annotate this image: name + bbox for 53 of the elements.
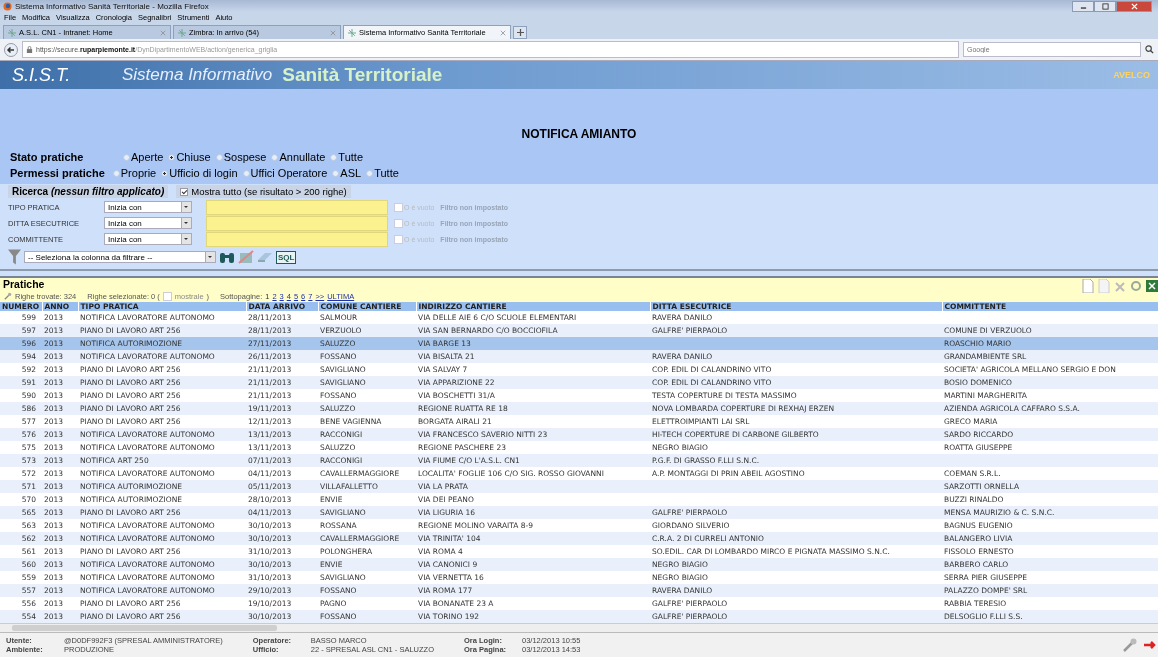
radio-option[interactable]: Annullate <box>271 151 326 163</box>
radio-option[interactable]: Sospese <box>215 151 267 163</box>
wrench-icon[interactable] <box>1122 637 1138 653</box>
funnel-icon[interactable] <box>8 249 21 265</box>
eraser-icon[interactable] <box>257 250 273 264</box>
app-title: Sistema Informativo <box>122 65 273 85</box>
radio-option[interactable]: ASL <box>332 167 362 179</box>
column-dropdown[interactable]: -- Seleziona la colonna da filtrare -- <box>24 251 216 263</box>
close-icon[interactable] <box>500 29 506 36</box>
delete-icon[interactable] <box>1114 279 1126 293</box>
app-subtitle: Sanità Territoriale <box>282 64 443 86</box>
radio-option[interactable]: Tutte <box>330 151 364 163</box>
filter-input[interactable] <box>206 199 388 215</box>
minimize-button[interactable] <box>1072 0 1094 12</box>
show-all-checkbox[interactable]: Mostra tutto (se risultato > 200 righe) <box>176 185 351 198</box>
search-icon[interactable] <box>1145 45 1154 54</box>
close-icon <box>1130 2 1138 10</box>
search-title: Ricerca (nessun filtro applicato) <box>8 185 169 198</box>
plus-icon <box>516 29 524 36</box>
new-tab-button[interactable] <box>513 26 527 39</box>
radio-option[interactable]: Aperte <box>123 151 164 163</box>
radio-option[interactable]: Tutte <box>366 167 399 179</box>
radio-option[interactable]: Proprie <box>112 167 157 179</box>
operator-dropdown[interactable]: Inizia con <box>104 201 192 213</box>
document-icon[interactable] <box>1098 279 1110 293</box>
group-label: Stato pratiche <box>10 151 85 163</box>
close-icon[interactable] <box>160 29 166 36</box>
close-button[interactable] <box>1116 0 1152 12</box>
brand-logo: AVELCO <box>1113 70 1150 80</box>
maximize-icon <box>1101 2 1109 10</box>
show-checkbox[interactable] <box>162 291 172 301</box>
document-icon[interactable] <box>1082 279 1094 293</box>
app-logo: S.I.S.T. <box>12 64 72 86</box>
wrench-icon <box>4 292 12 300</box>
close-icon[interactable] <box>330 29 336 36</box>
filter-input[interactable] <box>206 215 388 231</box>
sql-button[interactable]: SQL <box>276 250 297 264</box>
window-title: Sistema Informativo Sanità Territoriale - Mozilla Firefox <box>15 1 209 11</box>
section-title: Pratiche <box>3 278 45 290</box>
radio-option[interactable]: Chiuse <box>168 151 211 163</box>
refresh-icon[interactable] <box>1130 279 1142 293</box>
radio-option[interactable]: Ufficio di login <box>161 167 238 179</box>
group-label: Permessi pratiche <box>10 167 105 179</box>
filter-input[interactable] <box>206 231 388 247</box>
maximize-button[interactable] <box>1094 0 1116 12</box>
operator-dropdown[interactable]: Inizia con <box>104 217 192 229</box>
binoculars-icon[interactable] <box>219 250 235 264</box>
operator-dropdown[interactable]: Inizia con <box>104 233 192 245</box>
spreadsheet-icon[interactable] <box>1146 279 1158 293</box>
horizontal-scrollbar[interactable] <box>0 623 1158 632</box>
radio-option[interactable]: Uffici Operatore <box>242 167 328 179</box>
globe-icon <box>3 1 12 11</box>
page-title: NOTIFICA AMIANTO <box>520 127 638 141</box>
